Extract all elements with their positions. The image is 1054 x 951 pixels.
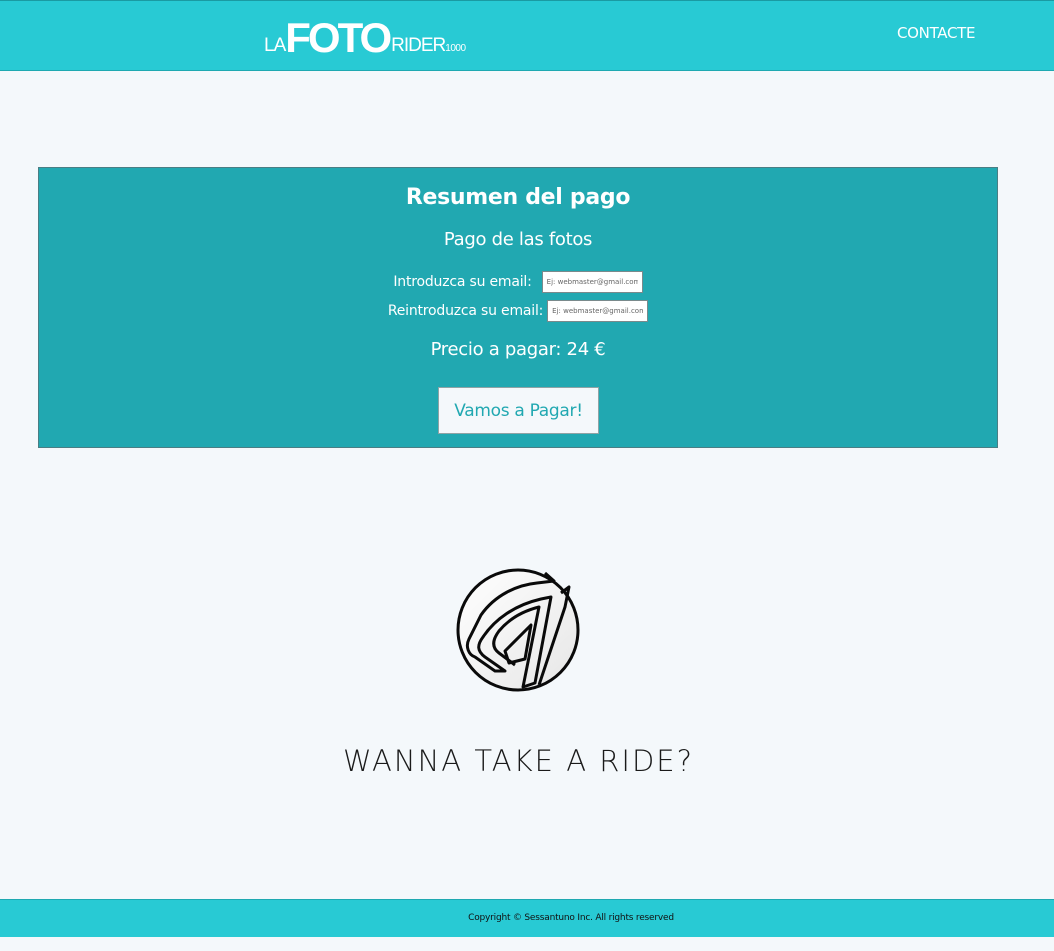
logo-rider-text: RIDER [391,35,446,56]
logo-number-text: 1000 [445,43,466,54]
site-header: LA FOTO RIDER 1000 CONTACTE [0,0,1054,71]
pay-button[interactable]: Vamos a Pagar! [438,387,599,434]
payment-summary-panel: Resumen del pago Pago de las fotos Intro… [38,167,998,448]
logo-la-text: LA [264,35,286,56]
price-text: Precio a pagar: 24 € [430,339,606,360]
email-confirm-input[interactable] [547,300,649,322]
email-confirm-label: Reintroduzca su email: [387,303,544,319]
email-label: Introduzca su email: [393,274,532,290]
site-logo[interactable]: LA FOTO RIDER 1000 [264,13,466,61]
site-footer: Copyright © Sessantuno Inc. All rights r… [0,899,1054,937]
email-row: Introduzca su email: [39,270,997,294]
copyright-text: Copyright © Sessantuno Inc. All rights r… [468,913,674,923]
nav-contact-link[interactable]: CONTACTE [897,24,976,42]
summary-subtitle: Pago de las fotos [443,229,593,250]
logo-foto-text: FOTO [285,14,392,61]
ride-logo-icon [455,567,581,693]
email-input[interactable] [541,271,643,293]
summary-title: Resumen del pago [405,185,631,210]
tagline: WANNA TAKE A RIDE? [342,744,695,778]
email-confirm-row: Reintroduzca su email: [39,299,997,323]
